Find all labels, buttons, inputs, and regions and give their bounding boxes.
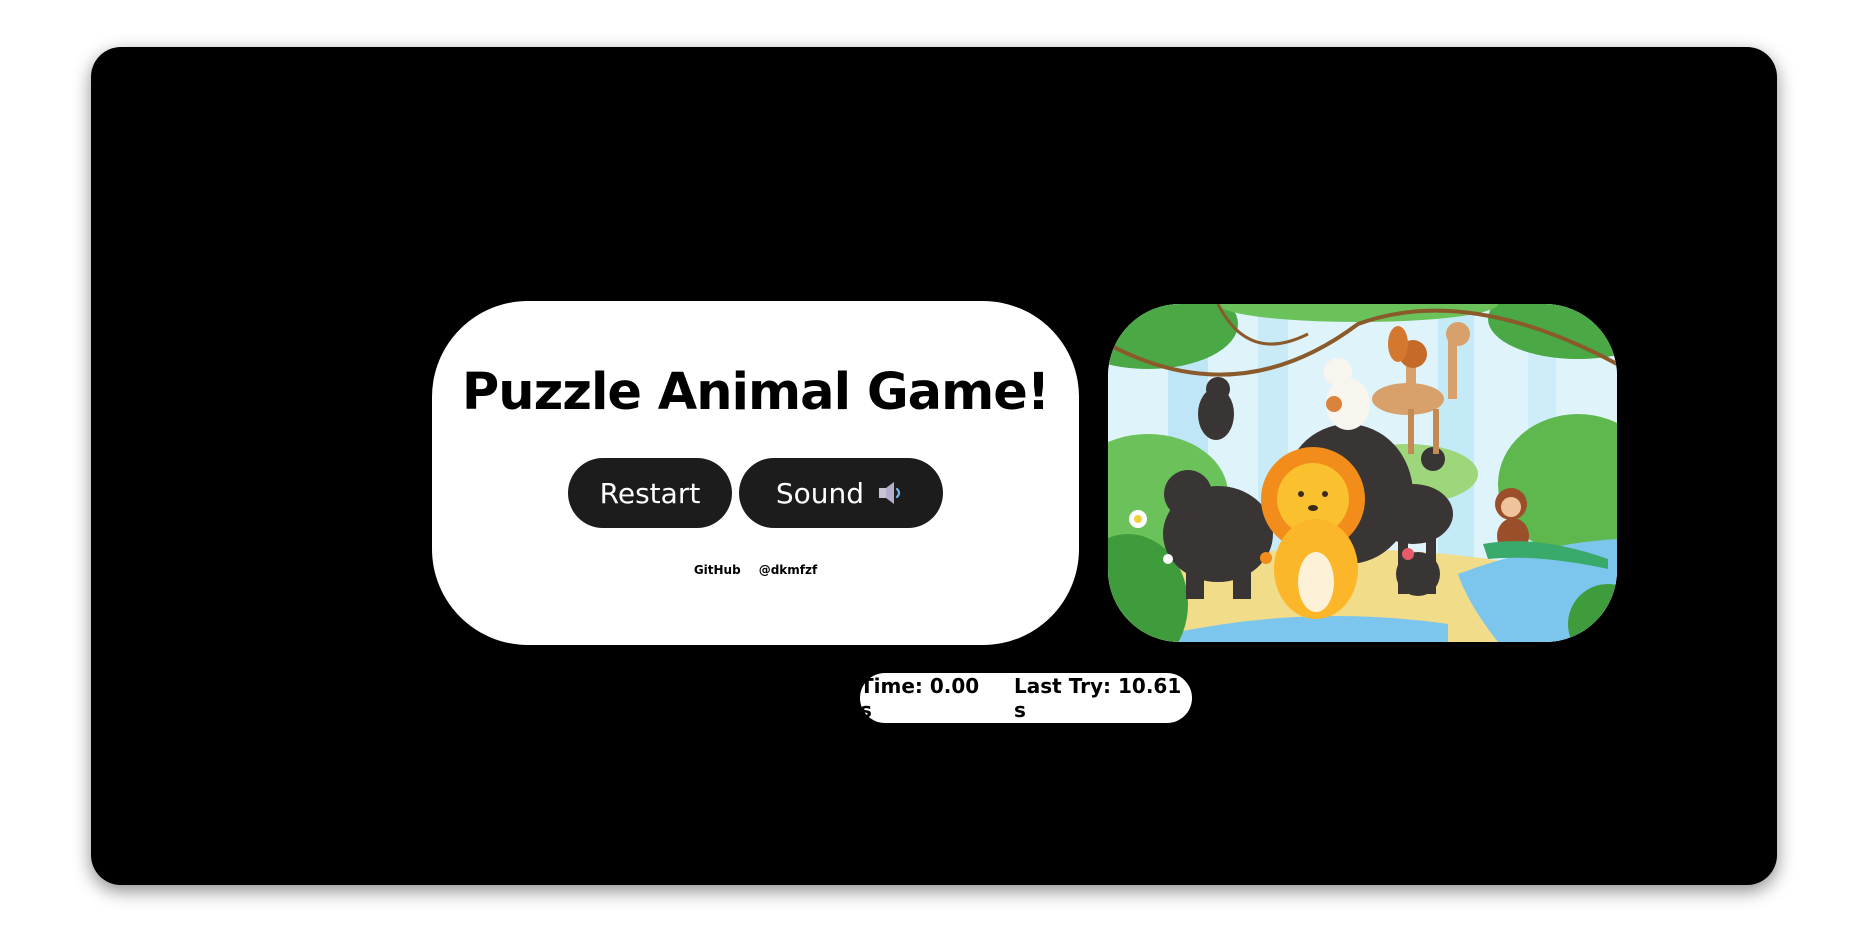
last-try-display: Last Try: 10.61 s (1014, 674, 1182, 722)
jungle-illustration (1108, 304, 1617, 642)
game-frame: Puzzle Animal Game! Restart Sound GitHub… (91, 47, 1777, 885)
restart-button[interactable]: Restart (568, 458, 732, 528)
puzzle-image[interactable] (1108, 304, 1617, 642)
game-title: Puzzle Animal Game! (461, 363, 1050, 422)
speaker-icon (879, 482, 901, 504)
author-link[interactable]: @dkmfzf (759, 563, 818, 577)
time-display: Time: 0.00 s (860, 674, 980, 722)
github-link[interactable]: GitHub (694, 563, 741, 577)
timer-bar: Time: 0.00 s Last Try: 10.61 s (860, 673, 1192, 723)
menu-panel: Puzzle Animal Game! Restart Sound GitHub… (432, 301, 1079, 645)
sound-button[interactable]: Sound (739, 458, 943, 528)
sound-label: Sound (775, 476, 865, 510)
restart-label: Restart (599, 476, 701, 510)
links-row: GitHub @dkmfzf (432, 563, 1079, 577)
